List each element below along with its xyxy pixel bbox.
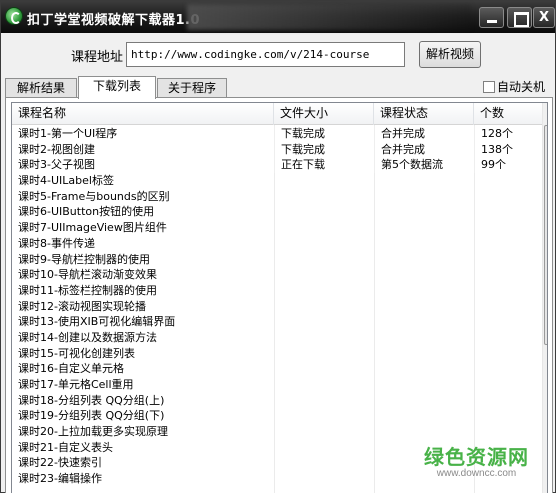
course-name-cell: 课时10-导航栏滚动渐变效果	[18, 268, 157, 282]
table-row[interactable]: 课时10-导航栏滚动渐变效果	[12, 267, 542, 283]
file-size-cell: 正在下载	[274, 157, 374, 174]
table-row[interactable]: 课时13-使用XIB可视化编辑界面	[12, 314, 542, 330]
table-row[interactable]: 课时11-标签栏控制器的使用	[12, 283, 542, 299]
parse-video-button[interactable]: 解析视频	[419, 41, 481, 68]
table-row[interactable]: 课时19-分组列表 QQ分组(下)	[12, 408, 542, 424]
table-row[interactable]: 课时2-视图创建 下载完成 合并完成 138个	[12, 141, 542, 158]
tab-parse-result[interactable]: 解析结果	[5, 78, 77, 98]
course-name-cell: 课时11-标签栏控制器的使用	[18, 283, 157, 297]
table-row[interactable]: 课时6-UIButton按钮的使用	[12, 204, 542, 220]
course-name-cell: 课时4-UILabel标签	[18, 174, 114, 188]
file-size-cell: 下载完成	[274, 141, 374, 158]
table-row[interactable]: 课时1-第一个UI程序 下载完成 合并完成 128个	[12, 126, 542, 142]
auto-shutdown-option[interactable]: 自动关机	[483, 78, 545, 95]
title-bar[interactable]: 扣丁学堂视频破解下载器1.0 X	[1, 1, 555, 33]
course-name-cell: 课时1-第一个UI程序	[18, 127, 118, 140]
course-name-cell: 课时5-Frame与bounds的区别	[18, 189, 170, 203]
table-row[interactable]: 课时8-事件传递	[12, 236, 542, 252]
course-name-cell: 课时12-滚动视图实现轮播	[18, 299, 146, 313]
download-list-panel: 课程名称 文件大小 课程状态 个数 课时1-第一个UI程序 下载完成 合并完成 128…	[5, 97, 553, 493]
column-header-status[interactable]: 课程状态	[374, 103, 474, 125]
table-row[interactable]: 课时5-Frame与bounds的区别	[12, 189, 542, 205]
course-name-cell: 课时23-编辑操作	[18, 472, 102, 486]
list-header: 课程名称 文件大小 课程状态 个数	[12, 103, 542, 125]
table-row[interactable]: 课时7-UIImageView图片组件	[12, 220, 542, 236]
course-name-cell: 课时9-导航栏控制器的使用	[18, 252, 150, 266]
status-cell: 第5个数据流	[374, 157, 474, 174]
course-name-cell: 课时13-使用XIB可视化编辑界面	[18, 315, 176, 329]
course-name-cell: 课时3-父子视图	[18, 158, 95, 172]
scrollbar-thumb[interactable]	[544, 125, 547, 345]
download-list[interactable]: 课程名称 文件大小 课程状态 个数 课时1-第一个UI程序 下载完成 合并完成 128…	[11, 102, 548, 493]
table-row[interactable]: 课时15-可视化创建列表	[12, 346, 542, 362]
course-name-cell: 课时17-单元格Cell重用	[18, 378, 134, 391]
list-rows: 课时1-第一个UI程序 下载完成 合并完成 128个 课时2-视图创建 下载完成 合并完成 1…	[12, 126, 542, 487]
table-row[interactable]: 课时4-UILabel标签	[12, 173, 542, 189]
count-cell: 138个	[474, 141, 542, 158]
scroll-down-icon[interactable]: ▼	[543, 480, 547, 493]
course-name-cell: 课时19-分组列表 QQ分组(下)	[18, 409, 165, 423]
app-window: 扣丁学堂视频破解下载器1.0 X 课程地址 http://www.codingk…	[0, 0, 556, 493]
course-url-label: 课程地址	[71, 50, 124, 65]
table-row[interactable]: 课时17-单元格Cell重用	[12, 377, 542, 393]
column-header-count[interactable]: 个数	[474, 103, 542, 125]
minimize-button[interactable]	[479, 7, 504, 28]
close-icon: X	[538, 10, 550, 25]
course-name-cell: 课时16-自定义单元格	[18, 362, 124, 376]
column-header-file-size[interactable]: 文件大小	[274, 103, 374, 125]
table-row[interactable]: 课时22-快速索引	[12, 455, 542, 471]
table-row[interactable]: 课时20-上拉加载更多实现原理	[12, 424, 542, 440]
course-name-cell: 课时7-UIImageView图片组件	[18, 221, 167, 235]
count-cell: 99个	[474, 157, 542, 174]
course-name-cell: 课时21-自定义表头	[18, 440, 113, 454]
table-row[interactable]: 课时12-滚动视图实现轮播	[12, 299, 542, 315]
course-name-cell: 课时22-快速索引	[18, 456, 102, 470]
scroll-up-icon[interactable]: ▲	[543, 103, 547, 119]
course-name-cell: 课时20-上拉加载更多实现原理	[18, 425, 168, 439]
course-name-cell: 课时8-事件传递	[18, 236, 95, 250]
course-name-cell: 课时2-视图创建	[18, 142, 95, 156]
course-url-input[interactable]: http://www.codingke.com/v/214-course	[126, 42, 405, 67]
app-logo-icon	[5, 7, 23, 25]
count-cell: 128个	[474, 126, 542, 142]
course-name-cell: 课时6-UIButton按钮的使用	[18, 205, 155, 219]
vertical-scrollbar[interactable]: ▲ ▼	[542, 103, 547, 493]
status-cell: 合并完成	[374, 141, 474, 158]
course-name-cell: 课时15-可视化创建列表	[18, 346, 135, 360]
table-row[interactable]: 课时23-编辑操作	[12, 471, 542, 487]
table-row[interactable]: 课时3-父子视图 正在下载 第5个数据流 99个	[12, 157, 542, 174]
tab-download-list[interactable]: 下载列表	[78, 76, 156, 99]
table-row[interactable]: 课时16-自定义单元格	[12, 361, 542, 377]
close-button[interactable]: X	[533, 7, 555, 28]
title-bar-glass	[187, 4, 471, 30]
maximize-button[interactable]	[507, 7, 532, 28]
table-row[interactable]: 课时21-自定义表头	[12, 440, 542, 456]
file-size-cell: 下载完成	[274, 126, 374, 142]
course-name-cell: 课时14-创建以及数据源方法	[18, 330, 157, 344]
window-title: 扣丁学堂视频破解下载器1.0	[27, 13, 201, 28]
auto-shutdown-checkbox[interactable]	[483, 81, 495, 93]
table-row[interactable]: 课时14-创建以及数据源方法	[12, 330, 542, 346]
tab-about[interactable]: 关于程序	[157, 78, 227, 98]
column-header-course-name[interactable]: 课程名称	[12, 103, 274, 125]
table-row[interactable]: 课时18-分组列表 QQ分组(上)	[12, 393, 542, 409]
status-cell: 合并完成	[374, 126, 474, 142]
table-row[interactable]: 课时9-导航栏控制器的使用	[12, 252, 542, 268]
auto-shutdown-label: 自动关机	[497, 80, 546, 94]
course-name-cell: 课时18-分组列表 QQ分组(上)	[18, 393, 165, 407]
